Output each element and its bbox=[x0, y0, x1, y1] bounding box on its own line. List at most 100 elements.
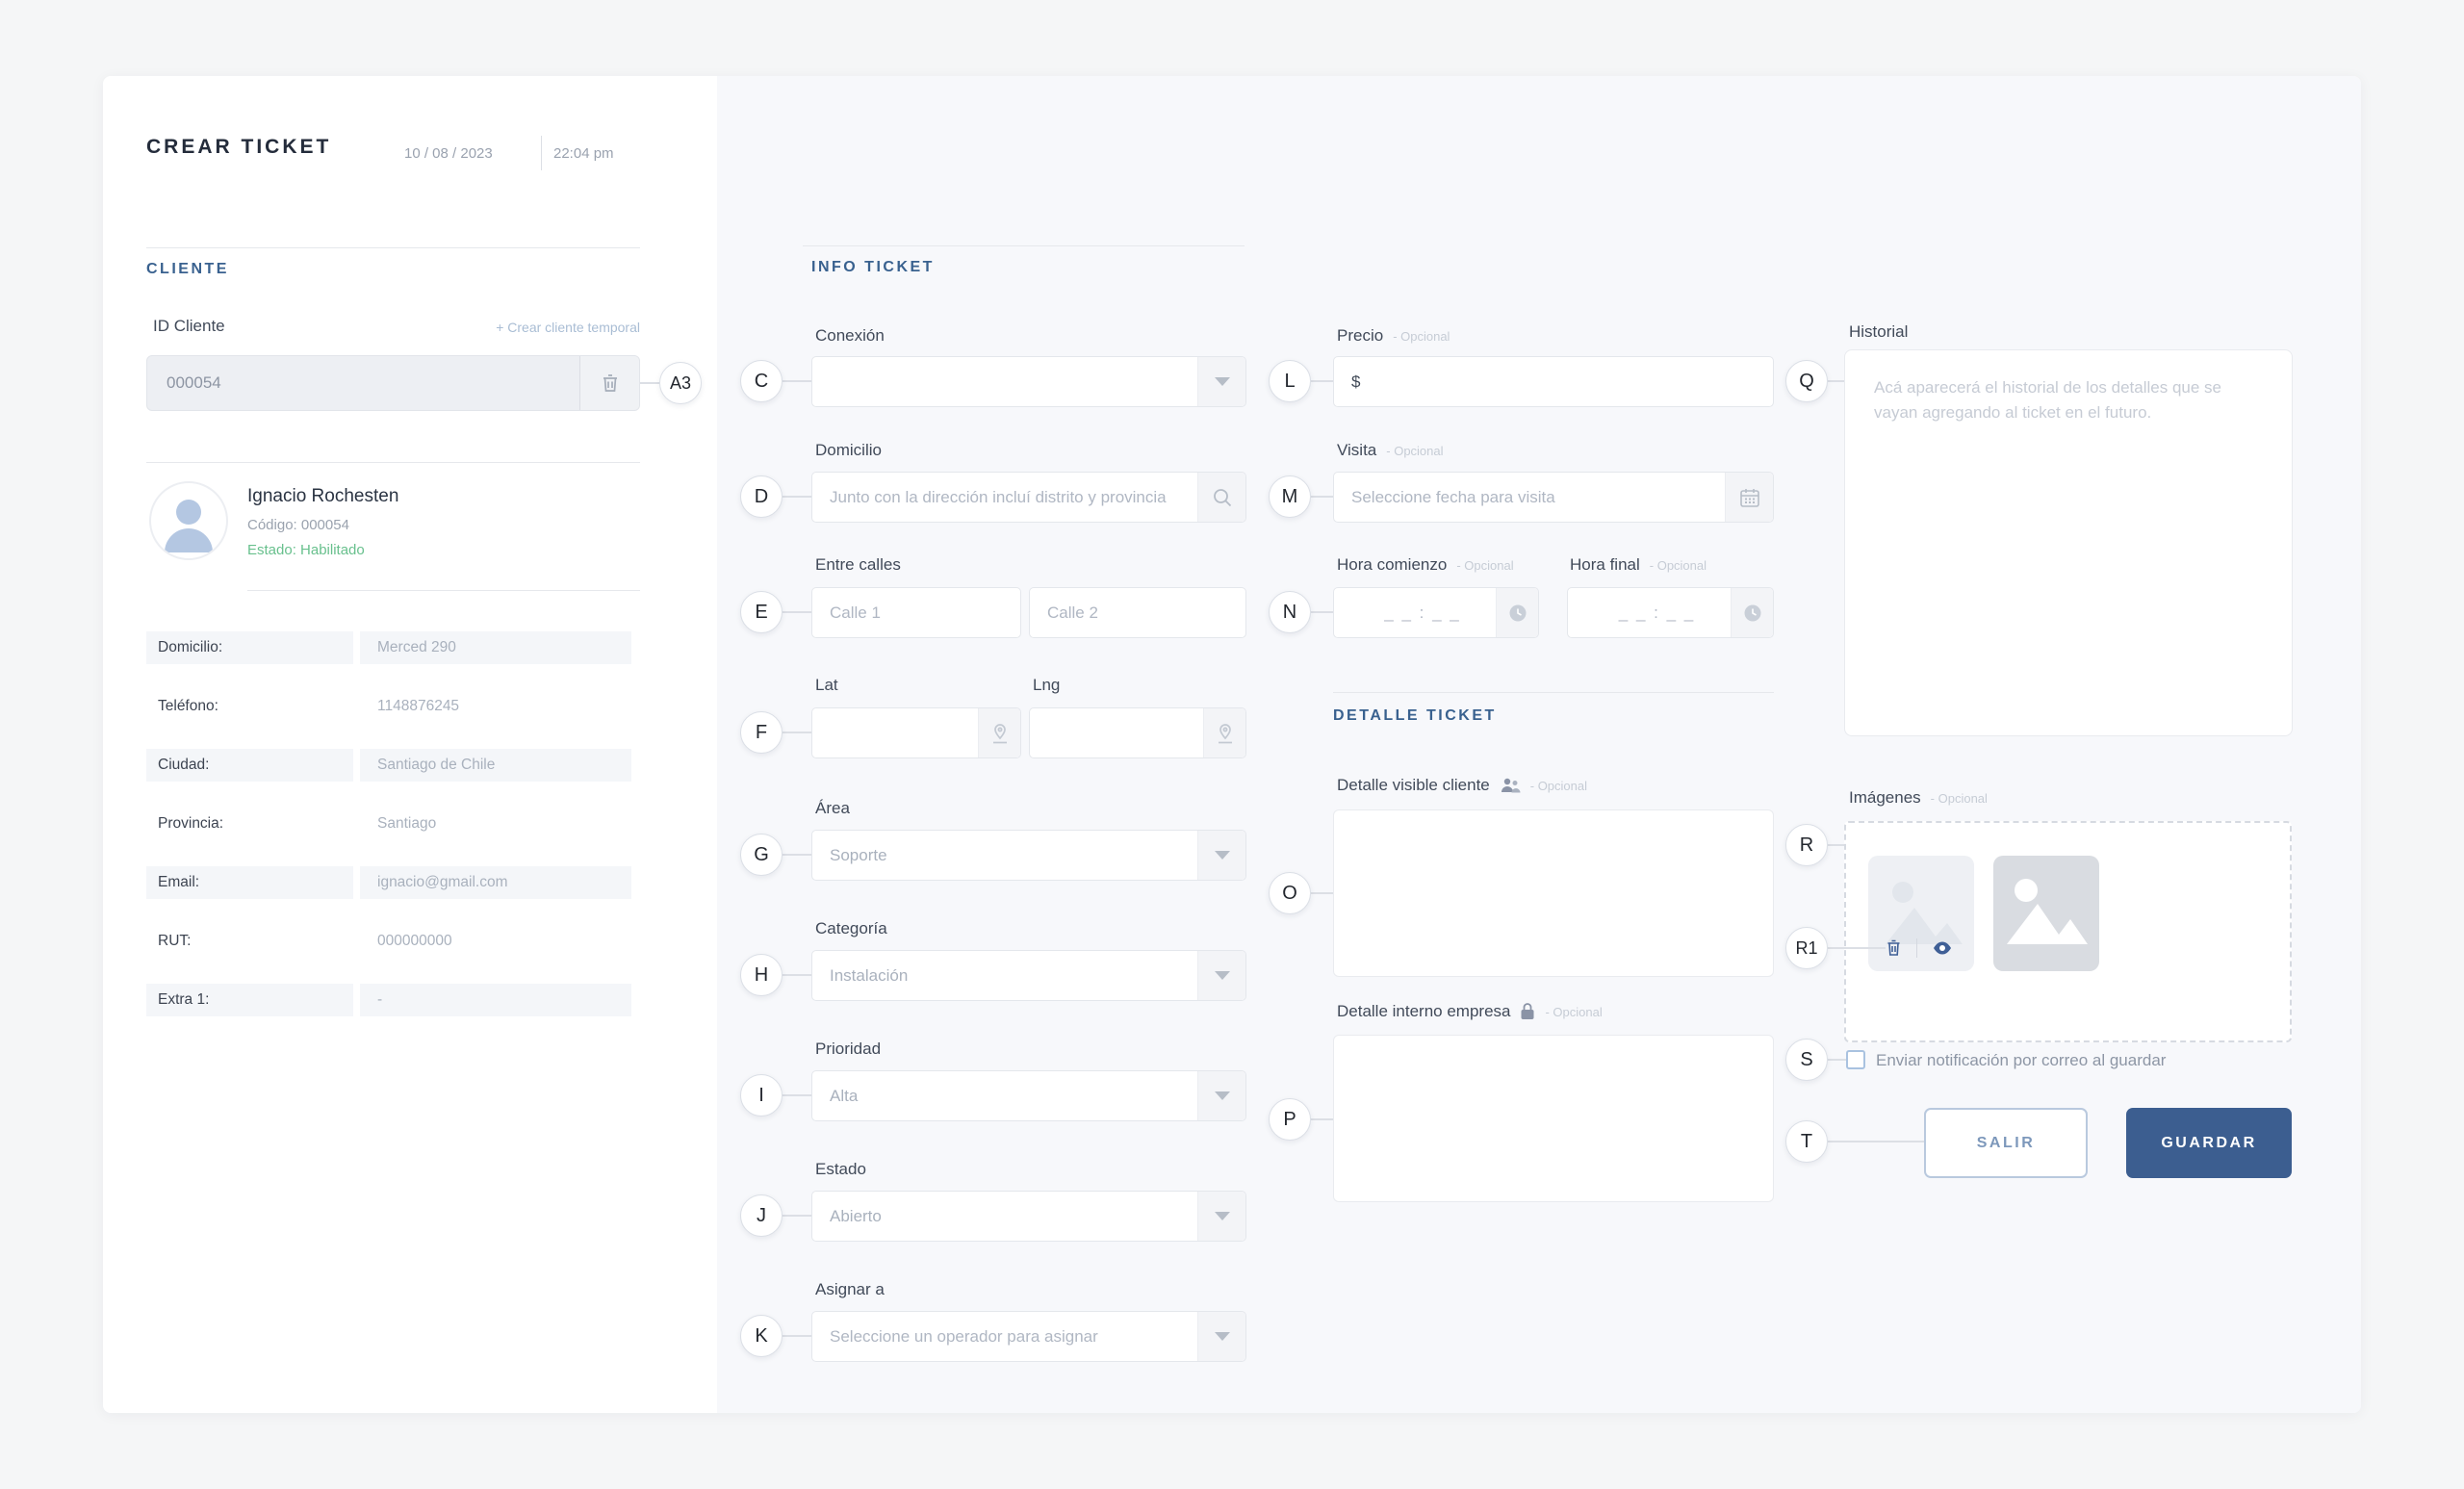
annotation-marker-l: L bbox=[1269, 360, 1311, 402]
estado-select[interactable]: Abierto bbox=[811, 1191, 1246, 1242]
visita-field bbox=[1333, 472, 1774, 523]
historial-placeholder: Acá aparecerá el historial de los detall… bbox=[1874, 378, 2221, 423]
detail-label: Ciudad: bbox=[146, 749, 353, 782]
asignar-input[interactable] bbox=[812, 1312, 1245, 1361]
preview-image-icon[interactable] bbox=[1933, 941, 1952, 955]
estado-label: Estado bbox=[815, 1160, 866, 1178]
calle1-input[interactable] bbox=[812, 588, 1020, 637]
annotation-marker-g: G bbox=[740, 834, 783, 876]
clock-suffix[interactable] bbox=[1731, 588, 1773, 637]
detail-label: Teléfono: bbox=[158, 698, 218, 714]
historial-box: Acá aparecerá el historial de los detall… bbox=[1844, 349, 2293, 736]
calle2-input[interactable] bbox=[1030, 588, 1245, 637]
salir-button[interactable]: SALIR bbox=[1924, 1108, 2088, 1178]
area-value: Soporte bbox=[830, 845, 887, 864]
domicilio-input[interactable] bbox=[812, 473, 1245, 522]
visita-input[interactable] bbox=[1334, 473, 1773, 522]
marker-connector bbox=[1828, 947, 1886, 949]
clock-suffix[interactable] bbox=[1496, 588, 1538, 637]
client-detail-row: Teléfono: 1148876245 bbox=[146, 690, 631, 723]
annotation-marker-a3: A3 bbox=[659, 362, 702, 404]
page-title: CREAR TICKET bbox=[146, 136, 332, 158]
image-thumbnail[interactable] bbox=[1993, 856, 2099, 971]
annotation-marker-d: D bbox=[740, 475, 783, 518]
calle1-field bbox=[811, 587, 1021, 638]
thumbnail-actions bbox=[1886, 938, 1952, 958]
hora-final-label-row: Hora final - Opcional bbox=[1570, 555, 1707, 575]
categoria-select[interactable]: Instalación bbox=[811, 950, 1246, 1001]
detail-value: 000000000 bbox=[377, 933, 452, 949]
marker-connector bbox=[783, 974, 811, 976]
marker-connector bbox=[783, 1094, 811, 1096]
hora-comienzo-label-row: Hora comienzo - Opcional bbox=[1337, 555, 1514, 575]
annotation-marker-n: N bbox=[1269, 591, 1311, 633]
marker-connector bbox=[783, 611, 811, 613]
client-code: Código: 000054 bbox=[247, 517, 349, 533]
calle2-field bbox=[1029, 587, 1246, 638]
marker-connector bbox=[783, 854, 811, 856]
detail-value: ignacio@gmail.com bbox=[360, 866, 631, 899]
detalle-interno-textarea[interactable] bbox=[1333, 1035, 1774, 1202]
marker-connector bbox=[783, 1335, 811, 1337]
chevron-down-icon bbox=[1214, 1332, 1230, 1341]
hora-comienzo-label: Hora comienzo bbox=[1337, 555, 1448, 574]
prioridad-select[interactable]: Alta bbox=[811, 1070, 1246, 1121]
hora-comienzo-field bbox=[1333, 587, 1539, 638]
detail-label: Extra 1: bbox=[146, 984, 353, 1016]
detail-value: Santiago de Chile bbox=[360, 749, 631, 782]
annotation-marker-e: E bbox=[740, 591, 783, 633]
area-select[interactable]: Soporte bbox=[811, 830, 1246, 881]
detalle-visible-textarea[interactable] bbox=[1333, 809, 1774, 977]
opcional-tag: - Opcional bbox=[1386, 443, 1444, 458]
entre-calles-label: Entre calles bbox=[815, 555, 901, 574]
visita-label-row: Visita - Opcional bbox=[1337, 441, 1444, 460]
pin-suffix bbox=[1203, 708, 1245, 757]
detalle-interno-label-row: Detalle interno empresa - Opcional bbox=[1337, 1002, 1603, 1021]
annotation-marker-r: R bbox=[1785, 824, 1828, 866]
annotation-marker-o: O bbox=[1269, 872, 1311, 914]
clear-client-button[interactable] bbox=[579, 356, 639, 410]
marker-connector bbox=[640, 382, 659, 384]
imagenes-label-row: Imágenes - Opcional bbox=[1849, 788, 1988, 808]
header-divider bbox=[541, 136, 542, 170]
location-pin-icon bbox=[1218, 723, 1232, 743]
delete-image-icon[interactable] bbox=[1886, 939, 1901, 957]
opcional-tag: - Opcional bbox=[1545, 1004, 1603, 1019]
lat-field bbox=[811, 707, 1021, 758]
crear-ticket-card: CREAR TICKET 10 / 08 / 2023 22:04 pm CLI… bbox=[103, 76, 2361, 1413]
marker-connector bbox=[783, 1215, 811, 1217]
select-suffix bbox=[1197, 1312, 1245, 1361]
marker-connector bbox=[1311, 611, 1333, 613]
chevron-down-icon bbox=[1214, 851, 1230, 860]
categoria-value: Instalación bbox=[830, 965, 909, 985]
marker-connector bbox=[1828, 380, 1844, 382]
notify-email-checkbox[interactable] bbox=[1846, 1050, 1865, 1069]
crear-cliente-temporal-link[interactable]: + Crear cliente temporal bbox=[392, 320, 640, 335]
detail-label: Email: bbox=[146, 866, 353, 899]
prioridad-value: Alta bbox=[830, 1086, 859, 1105]
clock-icon bbox=[1744, 604, 1760, 621]
calendar-suffix[interactable] bbox=[1725, 473, 1773, 522]
guardar-button[interactable]: GUARDAR bbox=[2126, 1108, 2292, 1178]
conexion-select[interactable] bbox=[811, 356, 1246, 407]
asignar-select[interactable] bbox=[811, 1311, 1246, 1362]
annotation-marker-h: H bbox=[740, 954, 783, 996]
estado-value: Abierto bbox=[830, 1206, 882, 1225]
client-name: Ignacio Rochesten bbox=[247, 486, 399, 506]
hora-final-label: Hora final bbox=[1570, 555, 1640, 574]
prioridad-label: Prioridad bbox=[815, 1040, 882, 1058]
id-cliente-label: ID Cliente bbox=[153, 317, 225, 335]
annotation-marker-s: S bbox=[1785, 1039, 1828, 1081]
select-suffix bbox=[1197, 357, 1245, 406]
client-detail-row: Email: ignacio@gmail.com bbox=[146, 866, 631, 899]
id-cliente-group bbox=[146, 355, 640, 411]
precio-input[interactable] bbox=[1334, 357, 1773, 406]
detail-value: Merced 290 bbox=[360, 631, 631, 664]
precio-prefix: $ bbox=[1351, 372, 1361, 391]
marker-connector bbox=[1311, 380, 1333, 382]
annotation-marker-r1: R1 bbox=[1785, 927, 1828, 969]
id-cliente-input[interactable] bbox=[147, 373, 579, 393]
section-cliente: CLIENTE bbox=[146, 261, 229, 277]
annotation-marker-c: C bbox=[740, 360, 783, 402]
marker-connector bbox=[1311, 1118, 1333, 1120]
